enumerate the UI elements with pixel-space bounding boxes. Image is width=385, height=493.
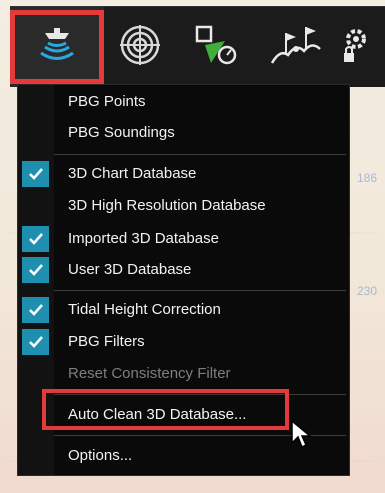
menu-item-3d-high-resolution-database[interactable]: 3D High Resolution Database (68, 192, 266, 220)
settings-tool-button[interactable] (338, 7, 385, 87)
checkmark-icon (22, 226, 49, 252)
menu-item-imported-3d-database[interactable]: Imported 3D Database (68, 225, 219, 253)
mouse-pointer-icon (290, 419, 313, 454)
active-tool-highlight (10, 10, 104, 84)
menu-item-pbg-points[interactable]: PBG Points (68, 88, 146, 116)
menu-item-tidal-height-correction[interactable]: Tidal Height Correction (68, 296, 221, 324)
target-rings-icon (115, 20, 165, 75)
radar-tool-button[interactable] (104, 7, 176, 87)
menu-separator (54, 154, 346, 155)
menu-item-pbg-filters[interactable]: PBG Filters (68, 328, 145, 356)
depth-label: 230 (357, 284, 378, 298)
checkmark-icon (22, 297, 49, 323)
checkmark-icon (22, 257, 49, 283)
flag-terrain-icon (266, 19, 326, 76)
menu-item-pbg-soundings[interactable]: PBG Soundings (68, 119, 175, 147)
route-tool-button[interactable] (176, 7, 254, 87)
menu-separator (54, 290, 346, 291)
menu-item-options[interactable]: Options... (68, 442, 132, 470)
menu-item-user-3d-database[interactable]: User 3D Database (68, 256, 191, 284)
terrain-tool-button[interactable] (254, 7, 338, 87)
checkmark-icon (22, 161, 49, 187)
route-waypoint-icon (189, 19, 241, 76)
gear-lock-icon (338, 25, 368, 70)
checkmark-icon (22, 329, 49, 355)
depth-label: 186 (357, 171, 378, 185)
auto-clean-highlight-box (42, 389, 289, 430)
menu-item-reset-consistency-filter: Reset Consistency Filter (68, 365, 231, 382)
menu-item-3d-chart-database[interactable]: 3D Chart Database (68, 160, 196, 188)
